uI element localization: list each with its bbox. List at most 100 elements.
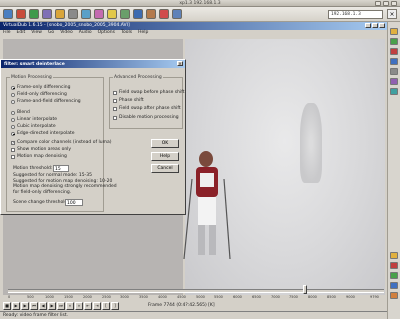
radio-icon[interactable] <box>11 99 15 104</box>
info-icon[interactable] <box>133 9 143 19</box>
close-button[interactable] <box>391 1 397 6</box>
play-output-button[interactable]: ▶ <box>21 302 29 310</box>
sidebar-icon-7[interactable] <box>390 88 398 95</box>
menu-video[interactable]: Video <box>60 30 73 37</box>
checkbox-icon[interactable] <box>11 154 15 159</box>
motion-threshold-input[interactable]: 15 <box>53 165 69 172</box>
mark-in-button[interactable]: [ <box>102 302 110 310</box>
sidebar-icon-3[interactable] <box>390 48 398 55</box>
next-scene-button[interactable]: ⇥ <box>93 302 101 310</box>
menu-help[interactable]: Help <box>138 30 148 37</box>
vd-maximize-button[interactable] <box>372 23 378 28</box>
timeline-track[interactable] <box>8 289 384 293</box>
options-icon[interactable] <box>120 9 130 19</box>
prev-key-button[interactable]: « <box>66 302 74 310</box>
mark-out-button[interactable]: ] <box>111 302 119 310</box>
disconnect-icon[interactable] <box>16 9 26 19</box>
right-sidebar <box>387 22 400 319</box>
menu-options[interactable]: Options <box>98 30 115 37</box>
check-motion-denoise[interactable]: Motion map denoising <box>11 154 67 159</box>
menu-edit[interactable]: Edit <box>17 30 26 37</box>
vd-minimize-button[interactable] <box>365 23 371 28</box>
minimize-button[interactable] <box>375 1 381 6</box>
scale-icon[interactable] <box>55 9 65 19</box>
keyboard-icon[interactable] <box>68 9 78 19</box>
cancel-button[interactable]: Cancel <box>151 164 179 173</box>
option-blend[interactable]: Blend <box>11 110 30 115</box>
radio-icon[interactable] <box>11 124 15 129</box>
record-icon[interactable] <box>159 9 169 19</box>
option-frame-only[interactable]: Frame-only differencing <box>11 85 70 90</box>
timeline-thumb[interactable] <box>303 285 308 294</box>
sidebar-icon-10[interactable] <box>390 272 398 279</box>
screenshot-icon[interactable] <box>146 9 156 19</box>
sidebar-icon-2[interactable] <box>390 38 398 45</box>
address-field[interactable]: 192.168.1.3 <box>328 10 383 19</box>
menu-go[interactable]: Go <box>48 30 54 37</box>
check-swap-before[interactable]: Field swap before phase shift <box>113 90 185 95</box>
checkbox-icon[interactable] <box>113 115 117 120</box>
tick-label: 3500 <box>139 295 148 299</box>
end-button[interactable]: ⏭ <box>57 302 65 310</box>
prev-scene-button[interactable]: ⇤ <box>84 302 92 310</box>
check-phase-shift[interactable]: Phase shift <box>113 98 144 103</box>
option-label: Frame-and-field differencing <box>17 99 81 104</box>
fullscreen-icon[interactable] <box>42 9 52 19</box>
check-disable-motion[interactable]: Disable motion processing <box>113 115 179 120</box>
sidebar-icon-8[interactable] <box>390 252 398 259</box>
menu-file[interactable]: File <box>3 30 11 37</box>
radio-icon[interactable] <box>11 131 15 136</box>
clipboard-icon[interactable] <box>81 9 91 19</box>
ok-button[interactable]: OK <box>151 139 179 148</box>
sidebar-icon-5[interactable] <box>390 68 398 75</box>
menu-tools[interactable]: Tools <box>121 30 132 37</box>
check-swap-after[interactable]: Field swap after phase shift <box>113 106 181 111</box>
menu-view[interactable]: View <box>31 30 42 37</box>
menu-audio[interactable]: Audio <box>79 30 92 37</box>
check-show-motion[interactable]: Show motion areas only <box>11 147 71 152</box>
prev-frame-button[interactable]: ◀ <box>39 302 47 310</box>
start-button[interactable]: ⏮ <box>30 302 38 310</box>
maximize-button[interactable] <box>383 1 389 6</box>
scene-change-input[interactable]: 100 <box>65 199 83 206</box>
radio-icon[interactable] <box>11 92 15 97</box>
tick-label: 500 <box>27 295 34 299</box>
sidebar-icon-11[interactable] <box>390 282 398 289</box>
sidebar-icon-4[interactable] <box>390 58 398 65</box>
next-frame-button[interactable]: ▶ <box>48 302 56 310</box>
check-compare-color[interactable]: ✓ Compare color channels (instead of lum… <box>11 140 111 145</box>
connect-icon[interactable] <box>3 9 13 19</box>
checkbox-icon[interactable]: ✓ <box>11 140 15 145</box>
stop-button[interactable]: ■ <box>3 302 11 310</box>
check-label: Show motion areas only <box>17 147 72 152</box>
option-edge-directed[interactable]: Edge-directed interpolate <box>11 131 75 136</box>
refresh-icon[interactable] <box>29 9 39 19</box>
sidebar-icon-6[interactable] <box>390 78 398 85</box>
option-linear[interactable]: Linear interpolate <box>11 117 57 122</box>
next-key-button[interactable]: » <box>75 302 83 310</box>
option-cubic[interactable]: Cubic interpolate <box>11 124 56 129</box>
option-frame-and-field[interactable]: Frame-and-field differencing <box>11 99 81 104</box>
virtualdub-window-controls <box>365 23 385 28</box>
radio-icon[interactable] <box>11 117 15 122</box>
checkbox-icon[interactable] <box>11 147 15 152</box>
virtualdub-title: VirtualDub 1.6.15 - [snobo_2005_snobo_20… <box>3 23 130 28</box>
radio-icon[interactable] <box>11 110 15 115</box>
sidebar-icon-1[interactable] <box>390 28 398 35</box>
checkbox-icon[interactable] <box>113 90 117 95</box>
transfer-icon[interactable] <box>94 9 104 19</box>
sidebar-icon-12[interactable] <box>390 292 398 299</box>
help-button[interactable]: Help <box>151 152 179 161</box>
vd-close-button[interactable] <box>379 23 385 28</box>
checkbox-icon[interactable] <box>113 98 117 103</box>
help-icon[interactable] <box>172 9 182 19</box>
toolbar-close-button[interactable]: × <box>387 9 397 19</box>
sidebar-icon-9[interactable] <box>390 262 398 269</box>
radio-icon[interactable] <box>11 85 15 90</box>
dialog-close-button[interactable]: × <box>177 61 183 66</box>
check-label: Phase shift <box>119 98 144 103</box>
checkbox-icon[interactable] <box>113 106 117 111</box>
option-field-only[interactable]: Field-only differencing <box>11 92 67 97</box>
play-input-button[interactable]: ▶ <box>12 302 20 310</box>
chat-icon[interactable] <box>107 9 117 19</box>
